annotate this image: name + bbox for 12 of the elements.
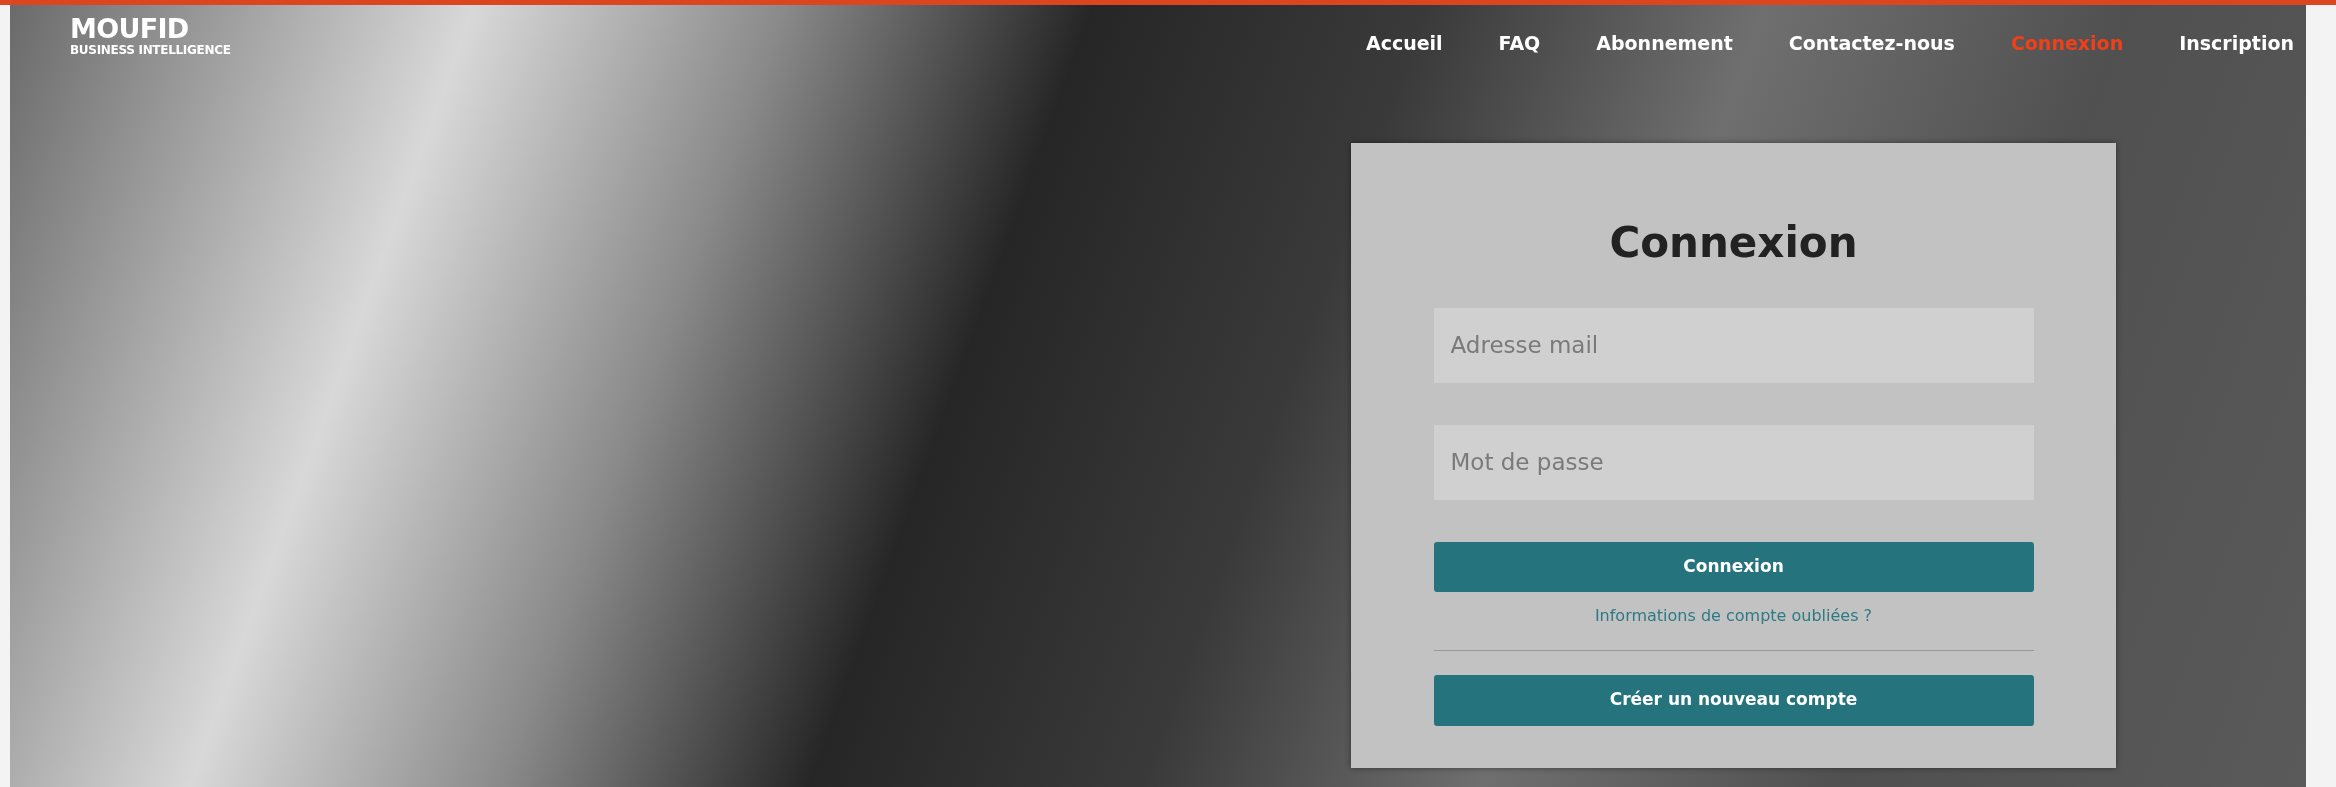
create-account-button[interactable]: Créer un nouveau compte: [1433, 674, 2034, 726]
nav-link[interactable]: FAQ: [1498, 29, 1541, 58]
nav-link[interactable]: Abonnement: [1596, 29, 1733, 58]
login-title: Connexion: [1609, 216, 1858, 269]
password-field[interactable]: Mot de passe: [1433, 424, 2034, 500]
logo-name[interactable]: MOUFID: [70, 15, 231, 42]
email-field[interactable]: Adresse mail: [1433, 307, 2034, 383]
nav-link[interactable]: Contactez-nous: [1788, 29, 1955, 58]
nav-link[interactable]: Inscription: [2179, 29, 2294, 58]
logo-tagline: BUSINESS INTELLIGENCE: [70, 44, 231, 56]
nav-link[interactable]: Accueil: [1365, 29, 1443, 58]
login-button[interactable]: Connexion: [1433, 541, 2034, 592]
